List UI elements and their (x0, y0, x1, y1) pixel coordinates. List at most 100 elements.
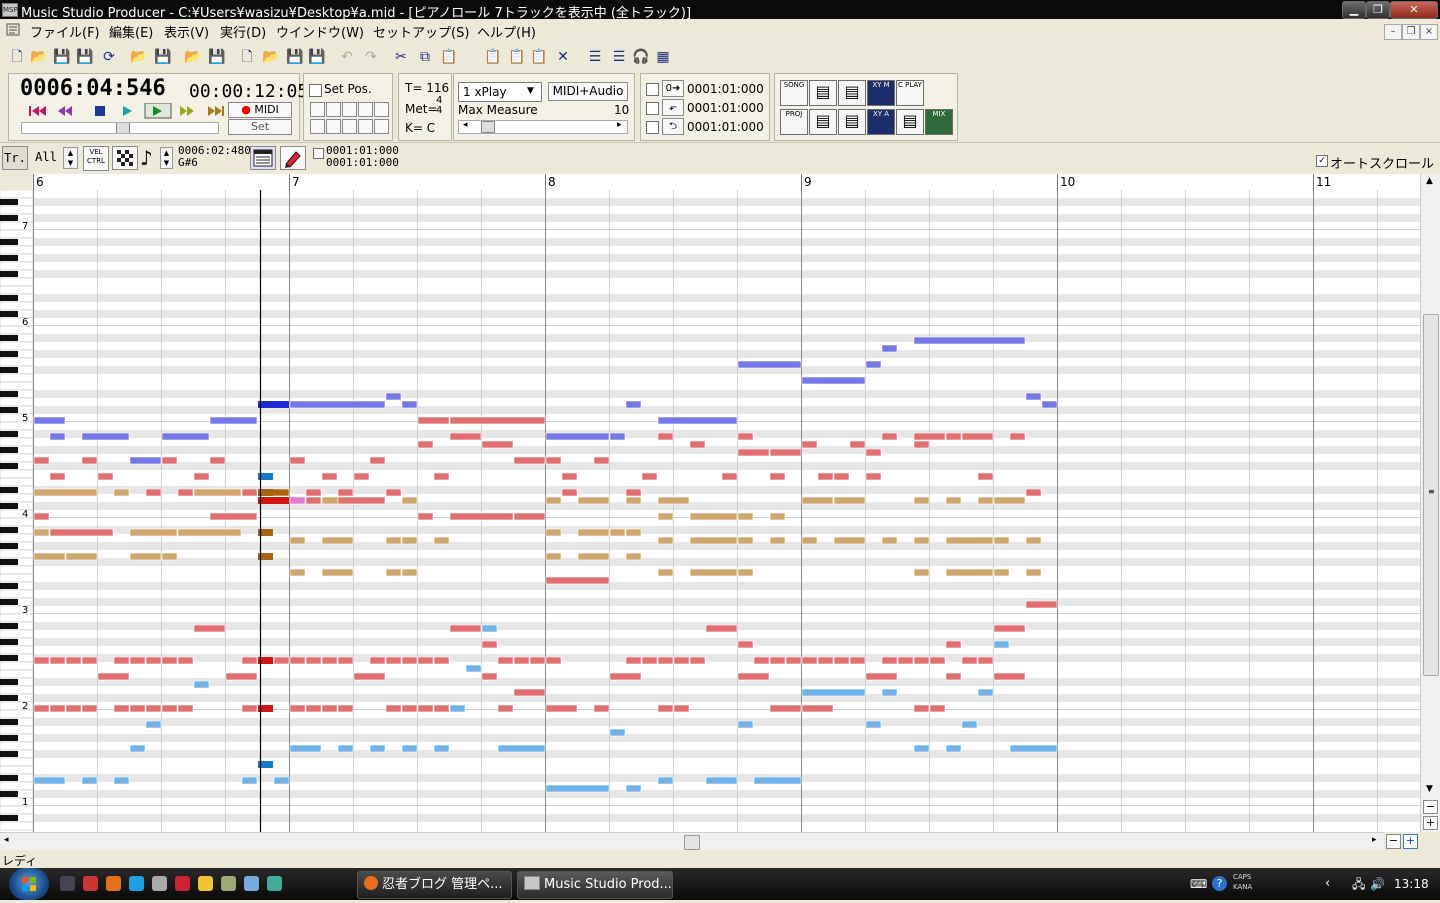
midi-note[interactable] (545, 456, 562, 465)
midi-note[interactable] (417, 656, 434, 665)
midi-note[interactable] (129, 552, 162, 561)
loop-point-icon[interactable]: ⬐ (662, 99, 684, 116)
loop-start-checkbox[interactable] (646, 83, 659, 96)
midi-note[interactable] (913, 440, 930, 449)
scroll-down-icon[interactable]: ▼ (1426, 784, 1433, 794)
refresh-icon[interactable]: ⟳ (100, 48, 118, 66)
midi-note[interactable] (81, 656, 98, 665)
midi-note[interactable] (801, 656, 818, 665)
scroll-up-icon[interactable]: ▲ (1426, 176, 1433, 186)
white-key[interactable] (0, 205, 33, 215)
midi-note[interactable] (177, 704, 194, 713)
menu-run[interactable]: 実行(D) (220, 22, 266, 41)
volume-icon[interactable]: 🔊 (1370, 868, 1385, 900)
show-hidden-icons-icon[interactable]: ‹ (1325, 868, 1330, 900)
midi-note[interactable] (945, 536, 994, 545)
midi-note[interactable] (913, 568, 930, 577)
midi-note[interactable] (737, 432, 754, 441)
midi-note[interactable] (401, 704, 418, 713)
midi-note[interactable] (577, 528, 610, 537)
black-key[interactable] (0, 543, 18, 549)
midi-note[interactable] (513, 456, 546, 465)
midi-note[interactable] (881, 536, 898, 545)
set-pos-slot[interactable] (358, 102, 373, 117)
midi-note[interactable] (433, 472, 450, 481)
midi-note[interactable] (545, 704, 578, 713)
midi-note[interactable] (545, 656, 562, 665)
midi-note[interactable] (33, 416, 66, 425)
paste-insert-icon[interactable]: 📋 (484, 48, 502, 66)
white-key[interactable] (0, 589, 33, 599)
black-key[interactable] (0, 335, 18, 341)
show-desktop-icon[interactable] (60, 876, 75, 891)
midi-note[interactable] (833, 496, 866, 505)
menu-edit[interactable]: 編集(E) (109, 22, 153, 41)
black-key[interactable] (0, 695, 18, 701)
midi-note[interactable] (625, 496, 642, 505)
track-select[interactable]: All (33, 148, 59, 166)
pencil-tool-button[interactable] (280, 146, 306, 170)
horizontal-scrollbar[interactable]: ◂ ▸ (0, 832, 1384, 851)
midi-note[interactable] (145, 488, 162, 497)
midi-note[interactable] (401, 536, 418, 545)
track-button[interactable]: Tr. (2, 146, 28, 170)
black-key[interactable] (0, 367, 18, 373)
midi-note[interactable] (289, 456, 306, 465)
midi-note[interactable] (545, 496, 562, 505)
keyboard-icon[interactable]: ⌨ (1190, 868, 1207, 900)
midi-note[interactable] (609, 672, 642, 681)
midi-note[interactable] (401, 400, 418, 409)
midi-note[interactable] (481, 640, 498, 649)
midi-note[interactable] (881, 688, 898, 697)
midi-note[interactable] (929, 656, 946, 665)
network-app-icon[interactable] (267, 876, 282, 891)
set-pos-slot[interactable] (310, 102, 325, 117)
midi-note[interactable] (129, 656, 146, 665)
midi-note[interactable] (337, 656, 354, 665)
selected-note[interactable] (258, 497, 289, 504)
midi-note[interactable] (193, 488, 242, 497)
midi-note[interactable] (593, 704, 610, 713)
midi-note[interactable] (49, 472, 66, 481)
set-pos-slot[interactable] (374, 119, 389, 134)
midi-note[interactable] (1009, 432, 1026, 441)
midi-note[interactable] (161, 656, 178, 665)
midi-note[interactable] (481, 624, 498, 633)
midi-note[interactable] (609, 432, 626, 441)
save-icon[interactable]: 💾 (53, 48, 71, 66)
white-key[interactable] (0, 533, 33, 543)
explorer-icon[interactable] (244, 876, 259, 891)
midi-note[interactable] (993, 496, 1026, 505)
black-key[interactable] (0, 775, 18, 781)
black-key[interactable] (0, 559, 18, 565)
midi-note[interactable] (993, 640, 1010, 649)
midi-note[interactable] (161, 704, 178, 713)
midi-note[interactable] (913, 744, 930, 753)
midi-note[interactable] (737, 672, 770, 681)
midi-note[interactable] (401, 568, 418, 577)
velocity-controller-button[interactable]: VEL CTRL (83, 146, 109, 171)
network-icon[interactable]: 🖧 (1352, 868, 1365, 900)
edit-mode-button[interactable] (250, 146, 276, 170)
menu-view[interactable]: 表示(V) (164, 22, 209, 41)
midi-note[interactable] (321, 568, 354, 577)
black-key[interactable] (0, 255, 18, 261)
save-disk-icon[interactable]: 💾 (154, 48, 172, 66)
midi-note[interactable] (129, 456, 162, 465)
midi-note[interactable] (273, 776, 290, 785)
firefox-launch-icon[interactable] (106, 876, 121, 891)
set-pos-slot[interactable] (374, 102, 389, 117)
black-key[interactable] (0, 463, 18, 469)
midi-audio-button[interactable]: MIDI+Audio (548, 82, 628, 101)
midi-note[interactable] (369, 744, 386, 753)
white-key[interactable] (0, 821, 33, 831)
loop-back-icon[interactable]: ⮌ (662, 118, 684, 135)
midi-note[interactable] (385, 656, 402, 665)
midi-note[interactable] (305, 656, 322, 665)
piano-keyboard[interactable]: 7 6 5 4 3 2 1 (0, 190, 34, 832)
midi-note[interactable] (401, 496, 418, 505)
midi-note[interactable] (417, 512, 434, 521)
midi-note[interactable] (209, 416, 258, 425)
midi-note[interactable] (545, 432, 610, 441)
white-key[interactable] (0, 357, 33, 367)
